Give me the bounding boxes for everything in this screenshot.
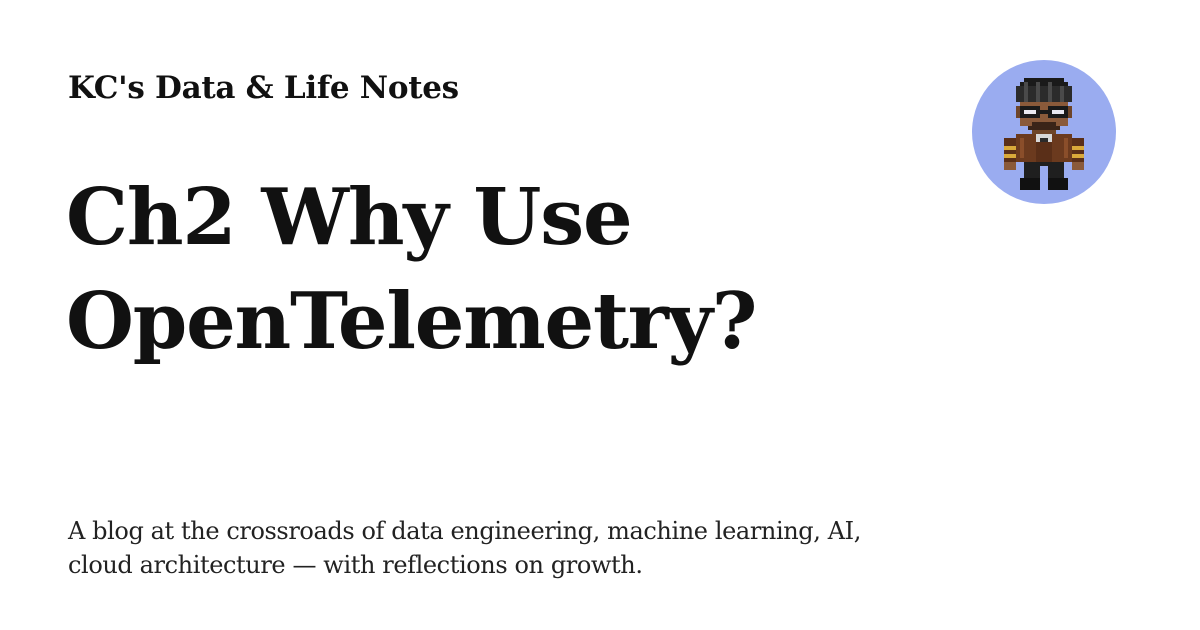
blog-description: A blog at the crossroads of data enginee…: [68, 517, 861, 579]
social-preview-card: KC's Data & Life Notes Ch2 Why Use OpenT…: [0, 0, 1200, 630]
pixel-character-icon: [1004, 78, 1084, 190]
post-title: Ch2 Why Use OpenTelemetry?: [66, 172, 758, 367]
site-name: KC's Data & Life Notes: [68, 70, 459, 106]
author-avatar: [972, 60, 1116, 204]
